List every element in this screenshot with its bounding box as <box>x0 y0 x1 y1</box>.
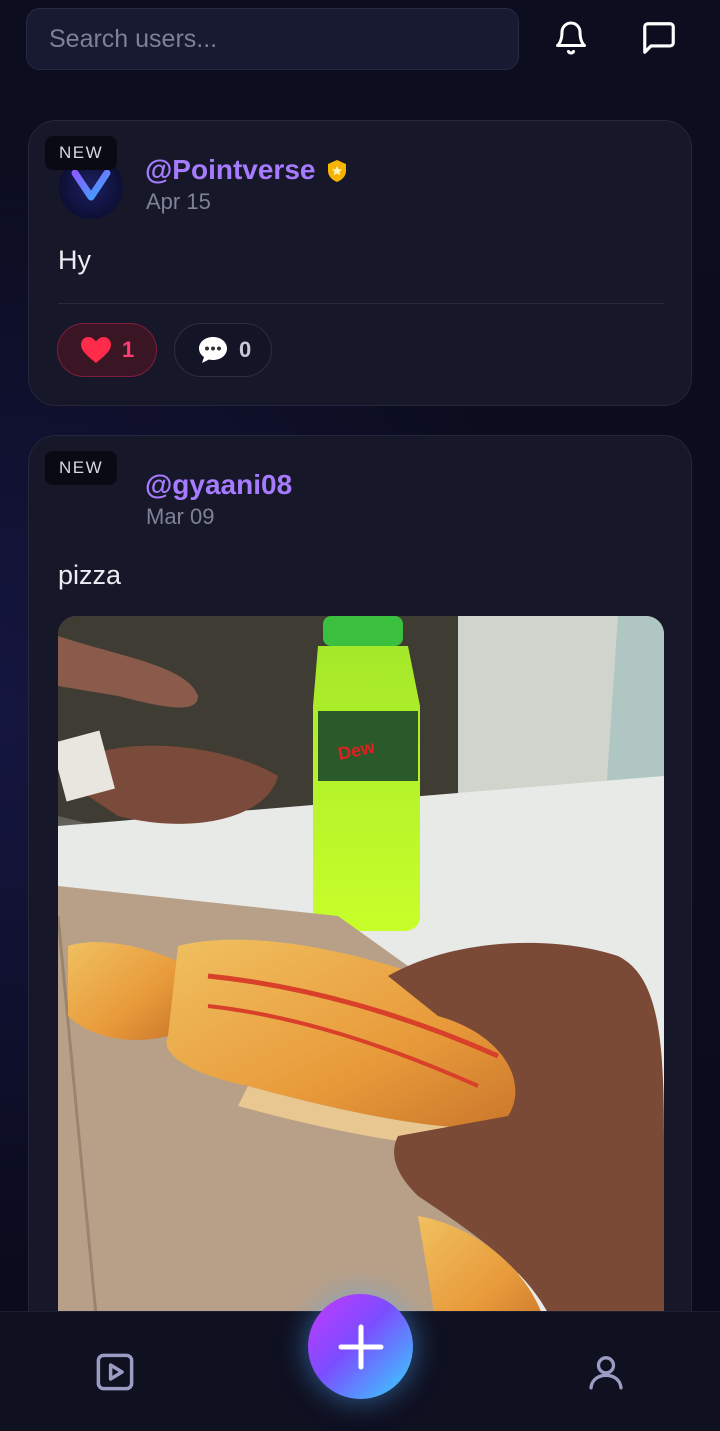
comment-button[interactable]: 0 <box>174 323 272 377</box>
new-badge: NEW <box>45 136 118 170</box>
heart-icon <box>81 337 111 363</box>
create-post-button[interactable] <box>308 1294 413 1399</box>
post-image[interactable]: Dew <box>58 616 664 1334</box>
comment-count: 0 <box>239 337 252 362</box>
notifications-button[interactable] <box>547 14 595 62</box>
post-date: Apr 15 <box>146 189 211 214</box>
post-text: pizza <box>58 560 122 590</box>
post-username[interactable]: @Pointverse <box>145 154 315 186</box>
top-bar <box>0 0 720 90</box>
user-profile-icon <box>589 1356 623 1390</box>
pointverse-logo-icon <box>71 169 111 201</box>
post-text: Hy <box>58 245 91 275</box>
chat-bubble-icon <box>643 22 675 54</box>
bell-icon <box>556 21 586 55</box>
nav-videos-button[interactable] <box>91 1348 139 1396</box>
post-username[interactable]: @gyaani08 <box>145 469 292 501</box>
verified-shield-icon <box>328 160 346 182</box>
plus-icon <box>338 1324 383 1369</box>
post-card[interactable]: NEW @gyaani08 Mar 09 pizza Dew <box>28 435 692 1335</box>
like-count: 1 <box>122 337 135 362</box>
video-play-icon <box>96 1353 134 1391</box>
verified-badge <box>326 159 348 188</box>
like-button[interactable]: 1 <box>57 323 157 377</box>
messages-button[interactable] <box>635 14 683 62</box>
nav-profile-button[interactable] <box>582 1348 630 1396</box>
post-date: Mar 09 <box>146 504 215 529</box>
search-input[interactable] <box>49 24 518 54</box>
divider <box>58 303 664 304</box>
search-bar[interactable] <box>26 8 519 70</box>
pizza-photo-icon: Dew <box>58 616 664 1334</box>
new-badge: NEW <box>45 451 118 485</box>
post-card[interactable]: NEW @Pointverse Apr 15 Hy 1 0 <box>28 120 692 406</box>
speech-bubble-icon <box>199 337 227 363</box>
